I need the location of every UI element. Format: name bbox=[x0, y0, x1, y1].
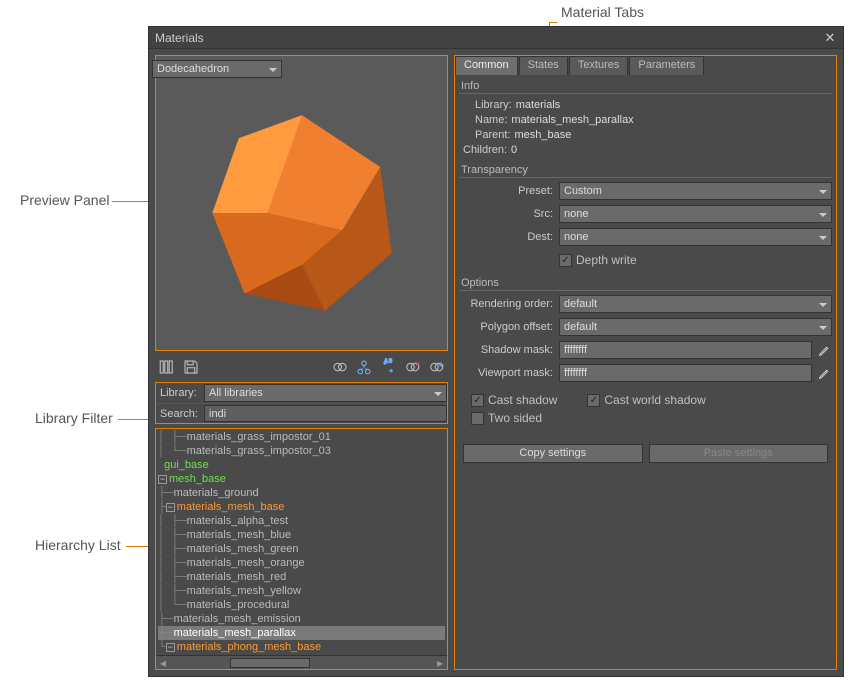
save-icon[interactable] bbox=[181, 357, 201, 377]
tree-item[interactable]: │ ├─materials_mesh_red bbox=[158, 570, 445, 584]
dodecahedron-icon bbox=[187, 98, 417, 328]
svg-text:B: B bbox=[389, 358, 393, 364]
materials-window: Materials ✕ Dodecahedron bbox=[148, 26, 844, 677]
src-select[interactable]: none bbox=[559, 205, 832, 223]
properties-panel: Info Library: materials Name: materials_… bbox=[455, 75, 836, 669]
tab-states[interactable]: States bbox=[519, 56, 568, 75]
tree-item-selected[interactable]: ├─materials_mesh_parallax bbox=[158, 626, 445, 640]
tree-item[interactable]: gui_base bbox=[158, 458, 445, 472]
move-icon[interactable]: AB bbox=[378, 357, 398, 377]
tree-item[interactable]: │ └─materials_procedural bbox=[158, 598, 445, 612]
two-sided-checkbox[interactable]: Two sided bbox=[471, 409, 557, 427]
svg-text:A: A bbox=[384, 358, 388, 364]
paste-settings-button[interactable]: Paste settings bbox=[649, 444, 829, 463]
preview-panel: Dodecahedron bbox=[155, 55, 448, 351]
annot-library-filter: Library Filter bbox=[35, 410, 113, 426]
group-transparency-title: Transparency bbox=[459, 163, 832, 178]
cast-world-shadow-checkbox[interactable]: Cast world shadow bbox=[587, 391, 705, 409]
library-select[interactable]: All libraries bbox=[204, 384, 447, 402]
group-info-title: Info bbox=[459, 79, 832, 94]
tree-item[interactable]: −mesh_base bbox=[158, 472, 445, 486]
pencil-icon[interactable] bbox=[816, 342, 832, 358]
horizontal-scrollbar[interactable]: ◂ ▸ bbox=[156, 655, 447, 669]
depth-write-checkbox[interactable]: Depth write bbox=[559, 251, 637, 269]
close-icon[interactable]: ✕ bbox=[823, 31, 837, 45]
window-title: Materials bbox=[155, 31, 823, 45]
tree-item[interactable]: │ ├─materials_mesh_orange bbox=[158, 556, 445, 570]
material-tabs: Common States Textures Parameters bbox=[455, 56, 836, 75]
tab-textures[interactable]: Textures bbox=[569, 56, 629, 75]
tree-item[interactable]: └−materials_phong_mesh_base bbox=[158, 640, 445, 654]
dest-select[interactable]: none bbox=[559, 228, 832, 246]
inherit-icon[interactable] bbox=[354, 357, 374, 377]
annot-preview-panel: Preview Panel bbox=[20, 192, 110, 208]
hierarchy-list: │ ├─materials_grass_impostor_01 │ └─mate… bbox=[155, 428, 448, 670]
tree-item[interactable]: │ ├─materials_mesh_yellow bbox=[158, 584, 445, 598]
preview-viewport[interactable] bbox=[156, 56, 447, 350]
library-label: Library: bbox=[156, 387, 204, 399]
preset-select[interactable]: Custom bbox=[559, 182, 832, 200]
library-filter: Library: All libraries Search: indi bbox=[155, 382, 448, 424]
tree-item[interactable]: ├─materials_mesh_emission bbox=[158, 612, 445, 626]
polygon-offset-select[interactable]: default bbox=[559, 318, 832, 336]
cast-shadow-checkbox[interactable]: Cast shadow bbox=[471, 391, 557, 409]
scroll-left-icon[interactable]: ◂ bbox=[156, 656, 170, 670]
library-open-icon[interactable] bbox=[157, 357, 177, 377]
tree-item[interactable]: ├─materials_ground bbox=[158, 486, 445, 500]
tree-item[interactable]: │ ├─materials_alpha_test bbox=[158, 514, 445, 528]
search-input[interactable]: indi bbox=[204, 405, 447, 422]
titlebar: Materials ✕ bbox=[149, 27, 843, 49]
rendering-order-select[interactable]: default bbox=[559, 295, 832, 313]
group-options-title: Options bbox=[459, 276, 832, 291]
scroll-thumb[interactable] bbox=[230, 658, 310, 668]
tree-item[interactable]: │ ├─materials_mesh_blue bbox=[158, 528, 445, 542]
tree-item[interactable]: │ ├─materials_mesh_green bbox=[158, 542, 445, 556]
tree-item[interactable]: │ └─materials_grass_impostor_03 bbox=[158, 444, 445, 458]
tree-item[interactable]: │ ├─materials_grass_impostor_01 bbox=[158, 430, 445, 444]
copy-settings-button[interactable]: Copy settings bbox=[463, 444, 643, 463]
annot-material-tabs: Material Tabs bbox=[561, 4, 644, 20]
tab-common[interactable]: Common bbox=[455, 56, 518, 75]
shadow-mask-input[interactable]: ffffffff bbox=[559, 341, 812, 359]
viewport-mask-input[interactable]: ffffffff bbox=[559, 364, 812, 382]
material-tree[interactable]: │ ├─materials_grass_impostor_01 │ └─mate… bbox=[156, 429, 447, 655]
clone-icon[interactable] bbox=[330, 357, 350, 377]
search-label: Search: bbox=[156, 408, 204, 420]
annot-hierarchy-list: Hierarchy List bbox=[35, 537, 121, 553]
toolbar: AB bbox=[155, 355, 448, 378]
scroll-right-icon[interactable]: ▸ bbox=[433, 656, 447, 670]
tree-item[interactable]: ├−materials_mesh_base bbox=[158, 500, 445, 514]
assign-icon[interactable] bbox=[426, 357, 446, 377]
preview-shape-select[interactable]: Dodecahedron bbox=[152, 60, 282, 78]
tab-parameters[interactable]: Parameters bbox=[629, 56, 704, 75]
delete-icon[interactable] bbox=[402, 357, 422, 377]
pencil-icon[interactable] bbox=[816, 365, 832, 381]
